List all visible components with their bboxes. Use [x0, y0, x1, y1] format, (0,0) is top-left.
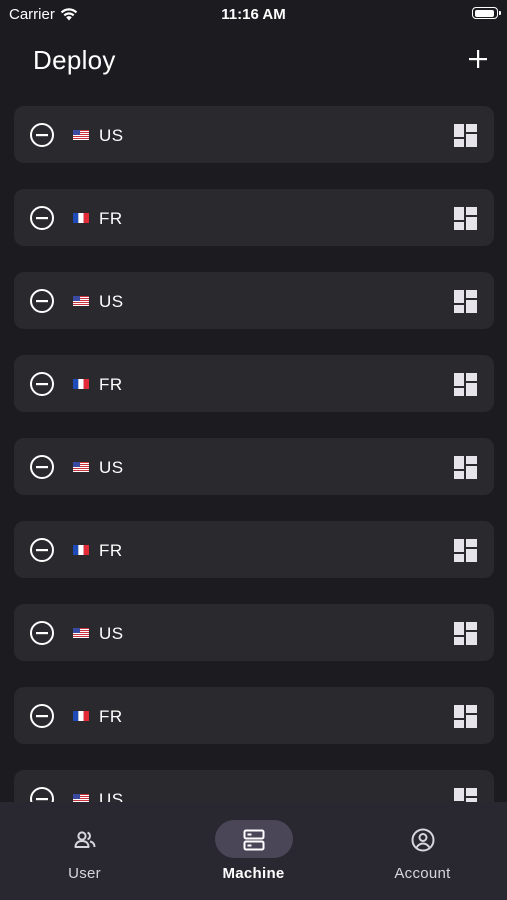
tab-account[interactable]: Account	[338, 802, 507, 900]
fr-flag-icon	[73, 213, 89, 223]
dashboard-icon[interactable]	[454, 290, 477, 313]
country-code: US	[99, 624, 124, 643]
machine-row[interactable]: US	[14, 438, 494, 495]
remove-circle-icon[interactable]	[29, 620, 55, 646]
us-flag-icon	[73, 794, 89, 802]
add-icon[interactable]	[467, 48, 489, 70]
server-icon	[243, 829, 265, 851]
remove-circle-icon[interactable]	[29, 205, 55, 231]
status-bar: Carrier 11:16 AM	[0, 0, 507, 28]
account-circle-icon	[411, 828, 435, 852]
country-code: US	[99, 790, 124, 802]
country-code: FR	[99, 707, 123, 726]
dashboard-icon[interactable]	[454, 788, 477, 802]
remove-circle-icon[interactable]	[29, 537, 55, 563]
dashboard-icon[interactable]	[454, 373, 477, 396]
country-code: US	[99, 458, 124, 477]
dashboard-icon[interactable]	[454, 207, 477, 230]
country-code: US	[99, 292, 124, 311]
tab-user[interactable]: User	[0, 802, 169, 900]
machine-row[interactable]: US	[14, 770, 494, 802]
fr-flag-icon	[73, 711, 89, 721]
remove-circle-icon[interactable]	[29, 454, 55, 480]
machine-row[interactable]: FR	[14, 687, 494, 744]
us-flag-icon	[73, 296, 89, 306]
us-flag-icon	[73, 462, 89, 472]
remove-circle-icon[interactable]	[29, 703, 55, 729]
remove-circle-icon[interactable]	[29, 122, 55, 148]
app-header: Deploy	[0, 42, 507, 82]
machine-row[interactable]: FR	[14, 355, 494, 412]
remove-circle-icon[interactable]	[29, 786, 55, 802]
machine-row[interactable]: US	[14, 604, 494, 661]
fr-flag-icon	[73, 545, 89, 555]
tab-bar: User Machine Account	[0, 802, 507, 900]
country-code: FR	[99, 209, 123, 228]
country-code: US	[99, 126, 124, 145]
tab-account-label: Account	[394, 865, 451, 882]
country-code: FR	[99, 541, 123, 560]
us-flag-icon	[73, 628, 89, 638]
remove-circle-icon[interactable]	[29, 288, 55, 314]
dashboard-icon[interactable]	[454, 456, 477, 479]
dashboard-icon[interactable]	[454, 705, 477, 728]
machine-row[interactable]: FR	[14, 521, 494, 578]
dashboard-icon[interactable]	[454, 622, 477, 645]
tab-machine-label: Machine	[222, 865, 285, 882]
page-title: Deploy	[33, 45, 116, 75]
us-flag-icon	[73, 130, 89, 140]
dashboard-icon[interactable]	[454, 124, 477, 147]
machine-row[interactable]: US	[14, 272, 494, 329]
country-code: FR	[99, 375, 123, 394]
machine-row[interactable]: FR	[14, 189, 494, 246]
dashboard-icon[interactable]	[454, 539, 477, 562]
machine-row[interactable]: US	[14, 106, 494, 163]
tab-machine[interactable]: Machine	[169, 802, 338, 900]
machine-list[interactable]: US FR US FR US FR US FR US	[14, 106, 494, 802]
remove-circle-icon[interactable]	[29, 371, 55, 397]
battery-icon	[472, 7, 501, 19]
fr-flag-icon	[73, 379, 89, 389]
tab-user-label: User	[68, 865, 101, 882]
clock: 11:16 AM	[221, 6, 286, 23]
users-icon	[74, 831, 96, 848]
